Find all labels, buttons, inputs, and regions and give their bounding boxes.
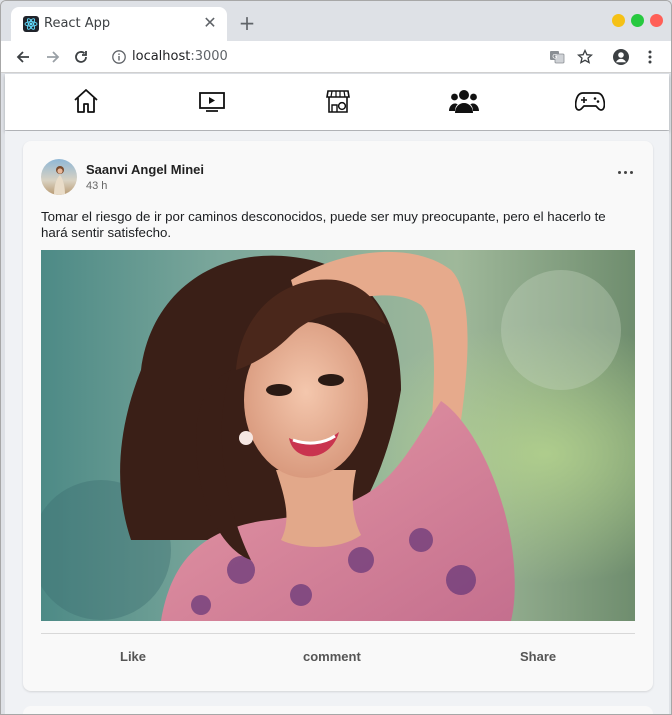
next-post-card (23, 706, 653, 714)
menu-kebab-icon[interactable] (639, 46, 661, 68)
more-options-icon[interactable] (615, 165, 635, 179)
bookmark-star-icon[interactable] (574, 46, 596, 68)
address-bar[interactable]: localhost:3000 (105, 44, 565, 70)
profile-icon[interactable] (610, 46, 632, 68)
url-host: localhost (132, 49, 191, 64)
maximize-button[interactable] (631, 14, 644, 27)
minimize-button[interactable] (612, 14, 625, 27)
post-time: 43 h (86, 180, 108, 192)
window-controls (612, 14, 663, 27)
svg-text:G: G (552, 53, 557, 61)
avatar[interactable] (41, 159, 77, 195)
browser-window: React App ✕ + localhost:3000 G Saanvi An… (0, 0, 672, 715)
post-photo (41, 250, 635, 621)
post-text: Tomar el riesgo de ir por caminos descon… (41, 209, 606, 240)
translate-icon[interactable]: G (546, 46, 568, 68)
home-icon[interactable] (71, 86, 101, 116)
video-icon[interactable] (197, 86, 227, 116)
close-tab-icon[interactable]: ✕ (201, 14, 219, 32)
browser-tab[interactable]: React App ✕ (11, 7, 227, 41)
info-icon[interactable] (111, 49, 127, 65)
app-nav-bar (5, 74, 669, 130)
feed: Saanvi Angel Minei 43 h Tomar el riesgo … (5, 131, 669, 714)
url-text: localhost:3000 (132, 49, 228, 64)
url-port: :3000 (190, 49, 228, 64)
close-window-button[interactable] (650, 14, 663, 27)
post-card: Saanvi Angel Minei 43 h Tomar el riesgo … (23, 141, 653, 691)
new-tab-icon[interactable]: + (237, 13, 257, 33)
groups-icon[interactable] (449, 86, 479, 116)
post-author[interactable]: Saanvi Angel Minei (86, 162, 204, 177)
back-arrow-icon[interactable] (11, 45, 35, 69)
gaming-icon[interactable] (575, 86, 605, 116)
reload-icon[interactable] (69, 45, 93, 69)
tab-strip: React App ✕ + (1, 1, 671, 41)
comment-button[interactable]: comment (303, 649, 361, 664)
share-button[interactable]: Share (520, 649, 556, 664)
browser-toolbar: localhost:3000 G (1, 41, 671, 73)
tab-title: React App (44, 16, 111, 31)
forward-arrow-icon[interactable] (41, 45, 65, 69)
like-button[interactable]: Like (120, 649, 146, 664)
marketplace-icon[interactable] (323, 86, 353, 116)
divider (41, 633, 635, 634)
react-logo-icon (23, 16, 39, 32)
